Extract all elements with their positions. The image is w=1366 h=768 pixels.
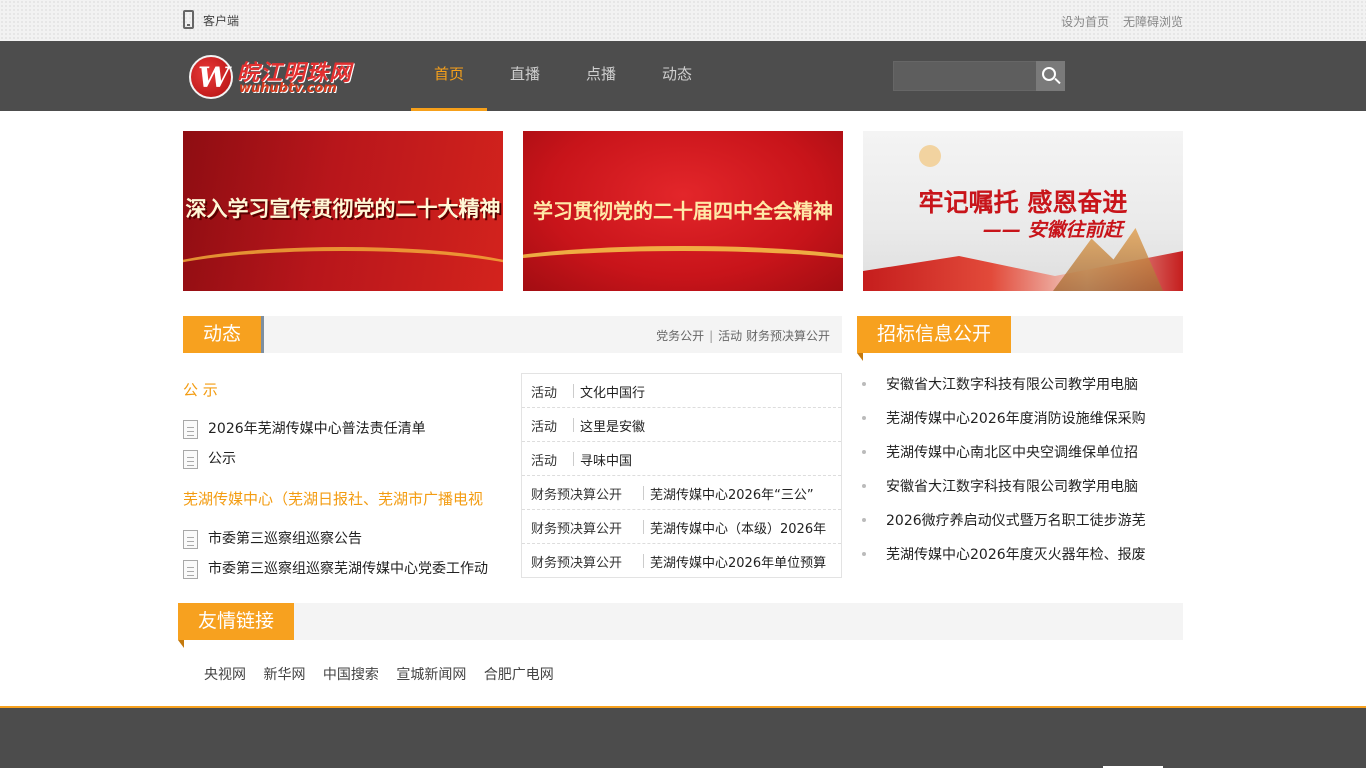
row-category: 财务预决算公开 [531,556,623,571]
banner-fourth-plenum[interactable]: 学习贯彻党的二十届四中全会精神 [523,131,843,291]
search-button[interactable] [1036,61,1065,91]
banner-anhui-forward[interactable]: 牢记嘱托 感恩奋进 —— 安徽往前赶 [863,131,1183,291]
link-separator: | [709,329,714,343]
row-divider [643,554,644,568]
table-row[interactable]: 活动 寻味中国 [522,442,841,476]
nav-item-news[interactable]: 动态 [639,41,715,111]
section-title: 友情链接 [178,603,295,648]
media-center-subtitle[interactable]: 芜湖传媒中心（芜湖日报社、芜湖市广播电视 [183,488,483,509]
row-category: 活动 [531,454,558,469]
document-icon [183,560,198,579]
section-title: 招标信息公开 [857,316,1012,361]
top-utility-bar: 客户端 设为首页 无障碍浏览 [0,0,1366,41]
announcement-subtitle[interactable]: 公 示 [183,379,218,400]
friend-link[interactable]: 中国搜索 [323,667,379,683]
nav-item-vod[interactable]: 点播 [563,41,639,111]
banner-twentieth-congress[interactable]: 深入学习宣传贯彻党的二十大精神 [183,131,503,291]
accessible-browse-link[interactable]: 无障碍浏览 [1123,15,1183,29]
row-category: 财务预决算公开 [531,488,623,503]
banner-text: 深入学习宣传贯彻党的二十大精神 [185,197,501,221]
section-title: 动态 [183,316,265,353]
banner-text: 学习贯彻党的二十届四中全会精神 [533,199,833,223]
row-title: 芜湖传媒中心2026年单位预算 [650,556,827,571]
sun-graphic [919,145,941,167]
table-row[interactable]: 活动 文化中国行 [522,374,841,408]
main-nav-bar: W 皖江明珠网 wuhubtv.com 首页 直播 点播 动态 [0,41,1366,111]
bullet-icon [862,552,866,556]
mobile-phone-icon [183,10,194,29]
table-row[interactable]: 财务预决算公开 芜湖传媒中心2026年“三公” [522,476,841,510]
finance-budget-link[interactable]: 财务预决算公开 [746,329,830,343]
nav-item-home[interactable]: 首页 [411,41,487,111]
bidding-section-header: 招标信息公开 [857,316,1183,361]
logo-domain: wuhubtv.com [239,81,337,96]
client-app-link[interactable]: 客户端 [203,12,239,29]
row-divider [643,486,644,500]
row-category: 财务预决算公开 [531,522,623,537]
banner-text: 牢记嘱托 感恩奋进 [918,188,1128,217]
row-title: 文化中国行 [580,386,646,401]
bullet-icon [862,450,866,454]
bullet-icon [862,416,866,420]
document-icon [183,450,198,469]
row-title: 芜湖传媒中心2026年“三公” [650,488,814,503]
party-affairs-link[interactable]: 党务公开 [656,329,704,343]
bullet-icon [862,382,866,386]
row-divider [643,520,644,534]
activity-table: 活动 文化中国行 活动 这里是安徽 活动 寻味中国 财务预决算公开 芜湖传媒中心… [521,373,842,578]
site-logo[interactable]: W 皖江明珠网 wuhubtv.com [189,53,359,103]
row-category: 活动 [531,386,558,401]
search-icon-handle [1054,77,1061,85]
table-row[interactable]: 财务预决算公开 芜湖传媒中心（本级）2026年 [522,510,841,544]
friend-links-list: 央视网 新华网 中国搜索 宣城新闻网 合肥广电网 [204,664,567,684]
row-category: 活动 [531,420,558,435]
site-footer [0,706,1366,768]
document-icon [183,530,198,549]
dongtai-section-header: 动态 党务公开 | 活动 财务预决算公开 [183,316,842,353]
logo-badge-icon: W [189,55,233,99]
dongtai-category-links: 党务公开 | 活动 财务预决算公开 [656,327,830,344]
friend-link[interactable]: 央视网 [204,667,246,683]
friend-link[interactable]: 合肥广电网 [484,667,554,683]
row-title: 芜湖传媒中心（本级）2026年 [650,522,827,537]
table-row[interactable]: 财务预决算公开 芜湖传媒中心2026年单位预算 [522,544,841,577]
top-right-links: 设为首页 无障碍浏览 [1061,13,1183,30]
activities-link[interactable]: 活动 [718,329,742,343]
banner-subtext: —— 安徽往前赶 [983,219,1123,241]
bullet-icon [862,518,866,522]
row-title: 这里是安徽 [580,420,646,435]
set-homepage-link[interactable]: 设为首页 [1061,15,1109,29]
table-row[interactable]: 活动 这里是安徽 [522,408,841,442]
row-divider [573,384,574,398]
document-icon [183,420,198,439]
nav-item-live[interactable]: 直播 [487,41,563,111]
bullet-icon [862,484,866,488]
search-input[interactable] [893,61,1037,91]
primary-nav: 首页 直播 点播 动态 [411,41,715,111]
friend-links-section-header: 友情链接 [178,603,1183,648]
row-title: 寻味中国 [580,454,633,469]
row-divider [573,452,574,466]
friend-link[interactable]: 宣城新闻网 [396,667,466,683]
friend-link[interactable]: 新华网 [263,667,305,683]
row-divider [573,418,574,432]
